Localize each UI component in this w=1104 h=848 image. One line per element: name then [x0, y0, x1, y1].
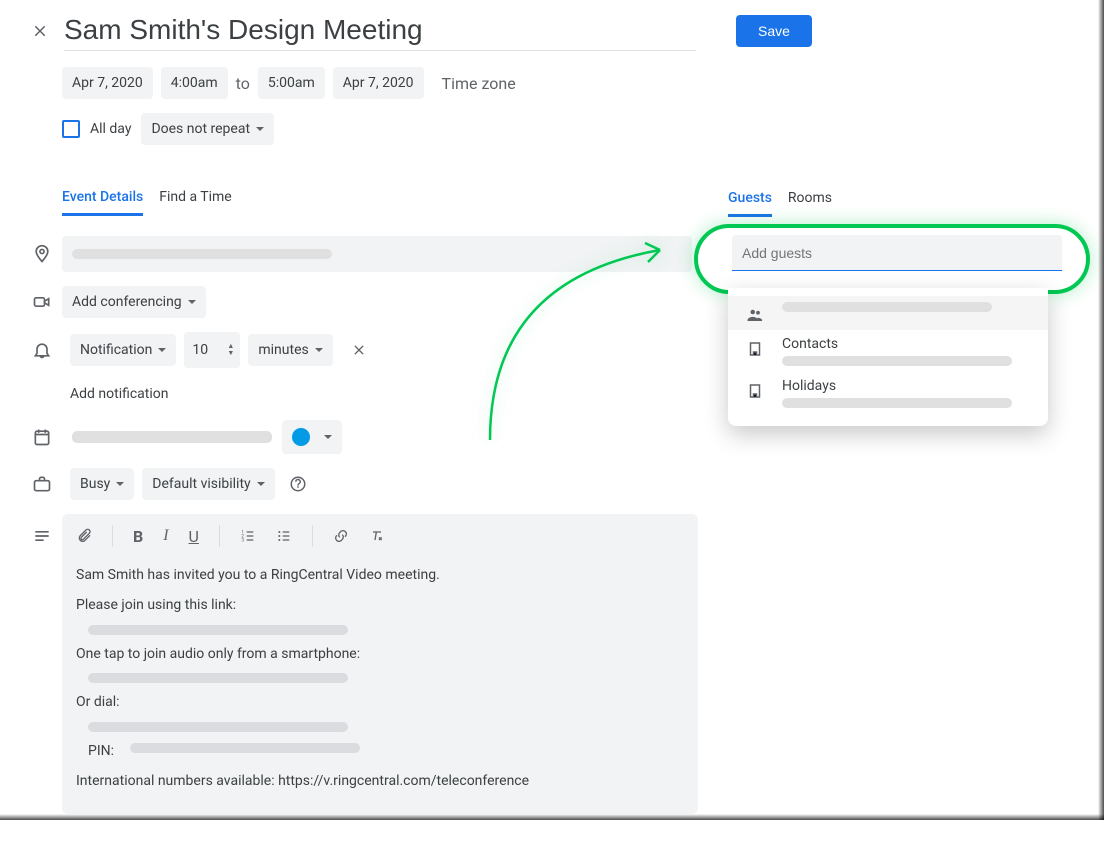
- suggestion-holidays[interactable]: Holidays: [728, 372, 1048, 414]
- start-date[interactable]: Apr 7, 2020: [62, 67, 153, 99]
- color-dot: [292, 428, 310, 446]
- conferencing-dropdown[interactable]: Add conferencing: [62, 286, 206, 318]
- notification-value: 10: [192, 342, 208, 358]
- allday-checkbox[interactable]: [62, 120, 80, 138]
- visibility-dropdown[interactable]: Default visibility: [142, 468, 274, 500]
- end-time[interactable]: 5:00am: [258, 67, 325, 99]
- clear-formatting-icon[interactable]: [369, 528, 385, 544]
- calendar-color-dropdown[interactable]: [282, 420, 342, 454]
- timezone-button[interactable]: Time zone: [442, 74, 516, 93]
- tab-find-a-time[interactable]: Find a Time: [159, 189, 232, 216]
- calendar-icon: [22, 427, 62, 447]
- add-guests-input[interactable]: [732, 235, 1062, 271]
- suggestion-label: Contacts: [782, 336, 1030, 352]
- italic-icon[interactable]: I: [163, 527, 168, 545]
- calendar-placeholder: [72, 431, 272, 443]
- add-notification-button[interactable]: Add notification: [62, 382, 177, 406]
- suggestion-contacts[interactable]: Contacts: [728, 330, 1048, 372]
- attachment-icon[interactable]: [76, 528, 92, 544]
- video-icon: [22, 292, 62, 312]
- building-icon: [746, 378, 766, 400]
- notification-unit-dropdown[interactable]: minutes: [248, 334, 332, 366]
- people-icon: [746, 302, 766, 324]
- desc-line: One tap to join audio only from a smartp…: [76, 643, 684, 665]
- allday-label: All day: [90, 121, 131, 137]
- to-label: to: [236, 74, 250, 93]
- link-icon[interactable]: [333, 528, 349, 544]
- desc-line: Or dial:: [76, 691, 684, 713]
- tab-event-details[interactable]: Event Details: [62, 189, 143, 216]
- building-icon: [746, 336, 766, 358]
- notification-icon: [22, 340, 62, 360]
- suggestion-label: Holidays: [782, 378, 1030, 394]
- remove-notification-button[interactable]: [341, 336, 377, 364]
- location-input[interactable]: [62, 236, 692, 272]
- desc-line: Please join using this link:: [76, 594, 684, 616]
- svg-text:3: 3: [241, 537, 244, 543]
- repeat-dropdown[interactable]: Does not repeat: [141, 113, 274, 145]
- bold-icon[interactable]: B: [133, 527, 143, 546]
- busy-dropdown[interactable]: Busy: [70, 468, 134, 500]
- tab-rooms[interactable]: Rooms: [788, 190, 832, 217]
- notification-value-stepper[interactable]: 10 ▲▼: [184, 332, 240, 368]
- notification-type-dropdown[interactable]: Notification: [70, 334, 176, 366]
- desc-line: Sam Smith has invited you to a RingCentr…: [76, 564, 684, 586]
- numbered-list-icon[interactable]: 123: [240, 528, 256, 544]
- description-box[interactable]: B I U 123 Sam Smith has invited you to a…: [62, 514, 698, 814]
- save-button[interactable]: Save: [736, 15, 812, 47]
- briefcase-icon: [22, 474, 62, 494]
- desc-line: International numbers available: https:/…: [76, 770, 684, 792]
- event-title-input[interactable]: [64, 10, 696, 51]
- description-icon: [22, 514, 62, 546]
- suggestion-row[interactable]: [728, 296, 1048, 330]
- tab-guests[interactable]: Guests: [728, 190, 772, 217]
- underline-icon[interactable]: U: [189, 527, 199, 546]
- close-button[interactable]: [20, 11, 60, 51]
- help-icon[interactable]: [283, 469, 313, 499]
- location-icon: [22, 244, 62, 264]
- bullet-list-icon[interactable]: [276, 528, 292, 544]
- end-date[interactable]: Apr 7, 2020: [333, 67, 424, 99]
- desc-pin: PIN:: [88, 743, 114, 759]
- start-time[interactable]: 4:00am: [161, 67, 228, 99]
- guest-suggestions: Contacts Holidays: [728, 288, 1048, 426]
